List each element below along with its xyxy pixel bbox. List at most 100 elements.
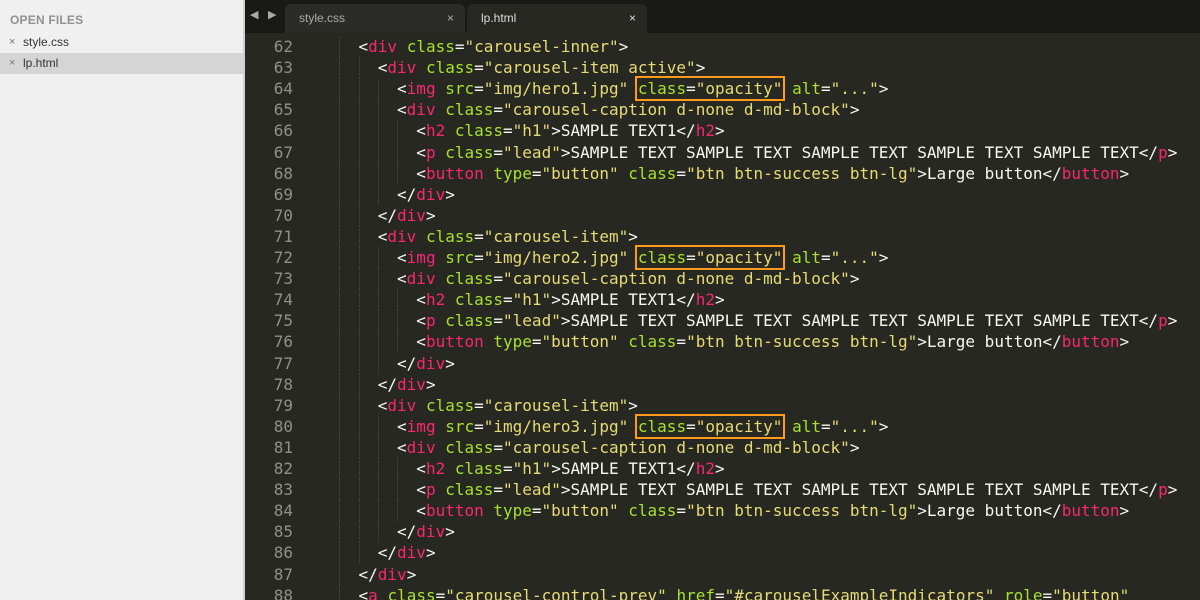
code-punct: > bbox=[878, 416, 889, 436]
code-line[interactable]: 69 </div> bbox=[245, 183, 1200, 205]
code-attr-value: "carousel-item" bbox=[483, 226, 629, 246]
code-punct: = bbox=[493, 100, 504, 120]
code-attr-name: class bbox=[425, 395, 475, 415]
code-punct: > bbox=[445, 184, 455, 204]
close-icon[interactable]: × bbox=[9, 53, 15, 74]
code-content: </div> bbox=[359, 564, 417, 585]
indent-guide bbox=[339, 162, 341, 184]
code-line[interactable]: 67 <p class="lead">SAMPLE TEXT SAMPLE TEX… bbox=[245, 141, 1200, 163]
code-punct bbox=[782, 79, 792, 98]
code-punct: > bbox=[849, 269, 860, 289]
code-punct: < bbox=[416, 121, 426, 141]
code-punct: = bbox=[1042, 585, 1053, 600]
code-punct: > bbox=[695, 58, 706, 78]
tab-bar: ◀ ▶ style.css × lp.html × bbox=[245, 0, 1200, 33]
code-punct bbox=[445, 290, 455, 309]
code-tag-name: h2 bbox=[695, 290, 715, 310]
code-line[interactable]: 85 </div> bbox=[245, 521, 1200, 543]
code-line[interactable]: 63 <div class="carousel-item active"> bbox=[245, 57, 1200, 79]
code-attr-name: type bbox=[493, 501, 532, 521]
code-attr-value: "lead" bbox=[503, 311, 561, 331]
code-line[interactable]: 84 <button type="button" class="btn btn-s… bbox=[245, 500, 1200, 522]
code-attr-value: "#carouselExampleIndicators" bbox=[724, 585, 995, 600]
code-attr-name: src bbox=[445, 416, 475, 436]
code-content: <h2 class="h1">SAMPLE TEXT1</h2> bbox=[416, 120, 724, 141]
indent-guide bbox=[358, 479, 360, 501]
code-line[interactable]: 87 </div> bbox=[245, 563, 1200, 585]
line-number: 80 bbox=[273, 416, 293, 436]
code-tag-name: button bbox=[1061, 332, 1120, 352]
indent-guide bbox=[377, 99, 379, 121]
code-punct: > bbox=[714, 290, 725, 310]
highlight-box: class="opacity" bbox=[634, 245, 786, 270]
code-line[interactable]: 82 <h2 class="h1">SAMPLE TEXT1</h2> bbox=[245, 458, 1200, 479]
code-line[interactable]: 77 </div> bbox=[245, 352, 1200, 374]
code-line[interactable]: 79 <div class="carousel-item"> bbox=[245, 394, 1200, 416]
code-line[interactable]: 66 <h2 class="h1">SAMPLE TEXT1</h2> bbox=[245, 120, 1200, 142]
line-number: 68 bbox=[273, 163, 293, 183]
code-line[interactable]: 75 <p class="lead">SAMPLE TEXT SAMPLE TEX… bbox=[245, 310, 1200, 332]
code-punct bbox=[619, 164, 629, 183]
code-line[interactable]: 70 </div> bbox=[245, 204, 1200, 226]
code-attr-name: class bbox=[637, 416, 687, 436]
code-punct: = bbox=[714, 585, 725, 600]
code-content: <img src="img/hero1.jpg" class="opacity"… bbox=[397, 76, 888, 102]
code-punct bbox=[436, 311, 446, 330]
code-punct: < bbox=[416, 311, 426, 331]
line-number: 79 bbox=[273, 395, 293, 415]
code-line[interactable]: 76 <button type="button" class="btn btn-s… bbox=[245, 331, 1200, 353]
code-tag-name: div bbox=[387, 395, 417, 415]
code-line[interactable]: 65 <div class="carousel-caption d-none d-… bbox=[245, 99, 1200, 121]
code-line[interactable]: 72 <img src="img/hero2.jpg" class="opacit… bbox=[245, 245, 1200, 270]
code-line[interactable]: 62 <div class="carousel-inner"> bbox=[245, 36, 1200, 57]
code-punct bbox=[445, 459, 455, 478]
code-punct: < bbox=[377, 58, 388, 78]
code-line[interactable]: 81 <div class="carousel-caption d-none d-… bbox=[245, 436, 1200, 458]
code-line[interactable]: 64 <img src="img/hero1.jpg" class="opacit… bbox=[245, 76, 1200, 102]
code-line[interactable]: 80 <img src="img/hero3.jpg" class="opacit… bbox=[245, 413, 1200, 439]
tab-close-icon[interactable]: × bbox=[447, 4, 454, 33]
tab-lp-html[interactable]: lp.html × bbox=[467, 4, 647, 33]
code-line[interactable]: 68 <button type="button" class="btn btn-s… bbox=[245, 162, 1200, 184]
tab-navigation-arrows-icon[interactable]: ◀ ▶ bbox=[250, 8, 279, 21]
indent-guide bbox=[339, 331, 341, 353]
indent-guide bbox=[358, 78, 360, 100]
line-number: 82 bbox=[273, 459, 293, 478]
code-line[interactable]: 86 </div> bbox=[245, 542, 1200, 564]
code-punct: > bbox=[445, 522, 455, 542]
code-punct bbox=[416, 227, 426, 246]
indent-guide bbox=[358, 500, 360, 522]
code-punct: > bbox=[1119, 163, 1130, 183]
code-attr-value: "btn btn-success btn-lg" bbox=[686, 332, 918, 352]
code-line[interactable]: 71 <div class="carousel-item"> bbox=[245, 225, 1200, 247]
code-line[interactable]: 78 </div> bbox=[245, 373, 1200, 395]
close-icon[interactable]: × bbox=[9, 32, 15, 53]
tab-style-css[interactable]: style.css × bbox=[285, 4, 465, 33]
code-line[interactable]: 88 <a class="carousel-control-prev" href=… bbox=[245, 584, 1200, 600]
code-editor[interactable]: 62 <div class="carousel-inner"> 63 <div cla… bbox=[245, 33, 1200, 600]
indent-guide bbox=[377, 352, 379, 374]
tab-close-icon[interactable]: × bbox=[629, 4, 636, 33]
code-tag-name: p bbox=[1158, 480, 1168, 500]
code-punct: > bbox=[849, 437, 860, 457]
code-content: <p class="lead">SAMPLE TEXT SAMPLE TEXT … bbox=[416, 310, 1177, 331]
sidebar-file-lp-html[interactable]: × lp.html bbox=[0, 53, 243, 74]
code-tag-name: p bbox=[425, 480, 436, 500]
code-punct: = bbox=[686, 79, 696, 99]
code-content: <img src="img/hero2.jpg" class="opacity"… bbox=[397, 245, 888, 270]
indent-guide bbox=[377, 141, 379, 163]
code-tag-name: h2 bbox=[425, 290, 446, 310]
code-content: </div> bbox=[397, 353, 455, 374]
code-punct: = bbox=[493, 437, 504, 457]
code-punct: > bbox=[849, 100, 860, 120]
code-attr-value: "..." bbox=[830, 416, 879, 436]
code-line[interactable]: 74 <h2 class="h1">SAMPLE TEXT1</h2> bbox=[245, 289, 1200, 311]
code-line[interactable]: 73 <div class="carousel-caption d-none d-… bbox=[245, 268, 1200, 290]
code-content: </div> bbox=[378, 542, 436, 563]
sidebar-file-style-css[interactable]: × style.css bbox=[0, 32, 243, 53]
code-line[interactable]: 83 <p class="lead">SAMPLE TEXT SAMPLE TEX… bbox=[245, 479, 1200, 501]
indent-guide bbox=[377, 268, 379, 290]
code-punct: </ bbox=[397, 522, 417, 542]
code-punct: > bbox=[1167, 480, 1178, 500]
code-attr-name: class bbox=[406, 37, 455, 56]
